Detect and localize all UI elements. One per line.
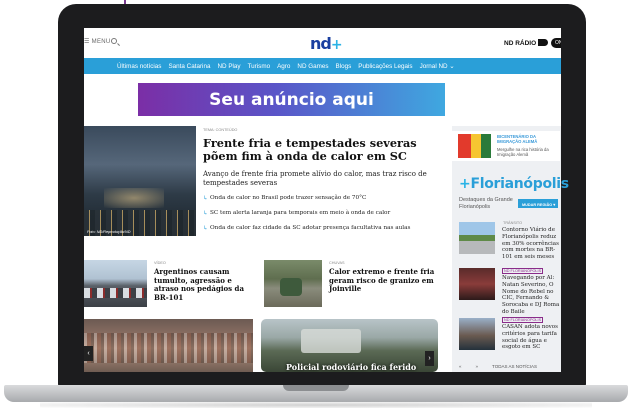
carousel-next-button[interactable]: › (425, 351, 434, 366)
side-item-tag: ND FLORIANÓPOLIS (502, 268, 544, 274)
side-item-tag: ND FLORIANÓPOLIS (502, 317, 544, 323)
story-title[interactable]: Policial rodoviário fica ferido (286, 362, 416, 372)
story-image-flood[interactable] (264, 260, 322, 307)
city-plus: + (459, 176, 471, 192)
side-item-text[interactable]: Contorno Viário de Florianópolis reduz e… (502, 227, 562, 261)
city-title: +Florianópolis (459, 176, 569, 192)
side-item-text[interactable]: Navegando por Al: Natan Severino, O Nome… (502, 275, 562, 316)
hero-subtitle: Avanço de frente fria promete alívio do … (203, 170, 427, 187)
destaques-label: Destaques da Grande Florianópolis (459, 197, 513, 210)
related-link[interactable]: ↳ SC tem alerta laranja para temporais em… (203, 210, 429, 218)
related-link[interactable]: ↳ Onda de calor no Brasil pode trazer sen… (203, 195, 429, 203)
story-title[interactable]: Argentinos causam tumulto, agressão e at… (154, 267, 258, 302)
change-region-button[interactable]: MUDAR REGIÃO ▾ (518, 199, 558, 208)
corner-arrow-icon: ↳ (203, 195, 209, 202)
story-image-traffic[interactable] (84, 260, 147, 307)
laptop-shadow (40, 402, 592, 408)
corner-arrow-icon: ↳ (203, 225, 209, 232)
side-item-tag: TRÂNSITO (503, 221, 523, 225)
story-kicker: VÍDEO (154, 261, 166, 265)
sidebar-mini-ad[interactable]: BICENTENÁRIO DA IMIGRAÇÃO ALEMÃ Mergulhe… (452, 131, 560, 161)
carousel-prev-button[interactable]: ‹ (84, 346, 93, 361)
sidebar-pager: « » TODAS AS NOTÍCIAS (459, 364, 559, 372)
related-link[interactable]: ↳ Onda de calor faz cidade da SC adotar p… (203, 225, 429, 233)
corner-arrow-icon: ↳ (203, 210, 209, 217)
story-image-town[interactable] (84, 319, 253, 372)
side-item-image[interactable] (459, 318, 495, 350)
all-news-link[interactable]: TODAS AS NOTÍCIAS (492, 364, 537, 372)
related-text: Onda de calor faz cidade da SC adotar pr… (210, 225, 411, 231)
stage: ☰ MENU nd+ ND RÁDIO ON Últimas notícias … (0, 0, 632, 420)
pager-next[interactable]: » (476, 364, 479, 372)
mini-ad-title: BICENTENÁRIO DA IMIGRAÇÃO ALEMÃ (497, 134, 538, 144)
side-item-image[interactable] (459, 222, 495, 254)
hero-title[interactable]: Frente fria e tempestades severas põem f… (203, 137, 429, 163)
hero-kicker: TEMA: CONTEÚDO (203, 128, 238, 132)
story-kicker: CHUVAS (329, 261, 345, 265)
hero-image[interactable]: Foto: ND/Reprodução/ND (84, 126, 196, 236)
related-text: Onda de calor no Brasil pode trazer sens… (210, 195, 367, 201)
mini-ad-sub: Mergulhe na rica história da Imigração A… (497, 147, 549, 157)
laptop-notch (283, 385, 349, 391)
story-title[interactable]: Calor extremo e frente fria geram risco … (329, 267, 441, 294)
city-name: Florianópolis (470, 176, 569, 192)
related-text: SC tem alerta laranja para temporais em … (210, 210, 391, 216)
hero-glow (104, 188, 164, 208)
side-item-image[interactable] (459, 268, 495, 300)
hero-credit: Foto: ND/Reprodução/ND (87, 230, 131, 234)
mini-ad-thumb (458, 134, 491, 158)
pager-prev[interactable]: « (459, 364, 462, 372)
side-item-text[interactable]: CASAN adota novos critérios para tarifa … (502, 324, 562, 351)
